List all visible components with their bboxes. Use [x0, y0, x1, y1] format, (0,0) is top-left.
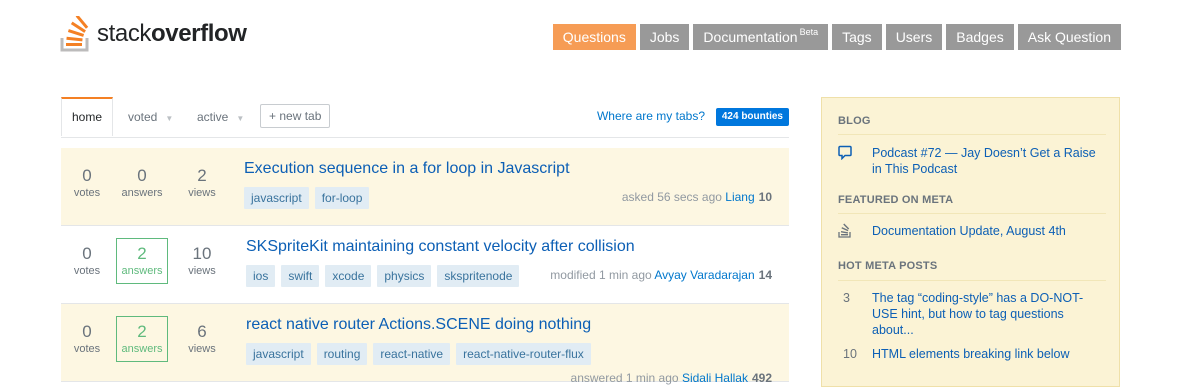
blog-item: Podcast #72 — Jay Doesn’t Get a Raise in… — [838, 145, 1108, 177]
nav-tags[interactable]: Tags — [832, 24, 882, 50]
tag[interactable]: react-native-router-flux — [456, 343, 591, 365]
answer-count: 2 answers — [116, 316, 168, 362]
tag[interactable]: swift — [281, 265, 320, 287]
nav-documentation[interactable]: Documentation Beta — [693, 24, 829, 50]
question-row: 0 votes 0 answers 2 views Execution sequenc… — [61, 148, 789, 226]
stack-logo-icon — [60, 14, 94, 52]
featured-item: Documentation Update, August 4th — [838, 223, 1108, 239]
question-title-link[interactable]: Execution sequence in a for loop in Java… — [244, 158, 570, 180]
nav-badges[interactable]: Badges — [946, 24, 1014, 50]
answer-count: 0 answers — [121, 166, 163, 199]
tag[interactable]: javascript — [246, 343, 311, 365]
featured-heading: FEATURED ON META — [838, 194, 954, 206]
user-link[interactable]: Sidali Hallak — [682, 371, 748, 385]
hot-meta-item: 10 HTML elements breaking link below — [838, 346, 1108, 362]
nav-users[interactable]: Users — [885, 24, 943, 50]
question-meta: asked 56 secs ago Liang 10 — [621, 190, 772, 204]
tag[interactable]: react-native — [373, 343, 451, 365]
tag[interactable]: skspritenode — [437, 265, 520, 287]
view-count: 2 views — [188, 166, 216, 199]
user-link[interactable]: Liang — [725, 190, 754, 204]
speech-bubble-icon — [838, 145, 858, 164]
reputation: 14 — [758, 268, 772, 282]
view-count: 6 views — [188, 322, 216, 355]
caret-down-icon: ▼ — [236, 114, 245, 123]
tag[interactable]: physics — [377, 265, 432, 287]
beta-badge: Beta — [799, 27, 819, 37]
new-tab-button[interactable]: + new tab — [260, 104, 331, 128]
tag-list: javascript for-loop — [244, 187, 370, 209]
hot-meta-link[interactable]: HTML elements breaking link below — [872, 346, 1108, 362]
tag[interactable]: xcode — [325, 265, 372, 287]
hot-meta-heading: HOT META POSTS — [838, 260, 938, 272]
tag[interactable]: javascript — [244, 187, 309, 209]
question-meta: answered 1 min ago Sidali Hallak 492 — [570, 371, 772, 385]
tag[interactable]: ios — [246, 265, 276, 287]
question-tabs: home voted ▼ active ▼ + new tab Where are … — [61, 97, 789, 138]
hot-meta-link[interactable]: The tag “coding-style” has a DO-NOT-USE … — [872, 290, 1108, 338]
question-list: 0 votes 0 answers 2 views Execution sequenc… — [61, 148, 789, 385]
reputation: 10 — [758, 190, 772, 204]
answer-count: 2 answers — [116, 238, 168, 284]
divider — [838, 280, 1106, 281]
where-are-my-tabs-link[interactable]: Where are my tabs? — [597, 97, 705, 135]
view-count: 10 views — [188, 244, 216, 277]
tab-home[interactable]: home — [61, 97, 113, 136]
vote-count: 0 votes — [73, 244, 101, 277]
tag[interactable]: routing — [316, 343, 368, 365]
community-bulletin: BLOG Podcast #72 — Jay Doesn’t Get a Rai… — [821, 97, 1120, 387]
divider — [838, 134, 1106, 135]
nav-ask-question[interactable]: Ask Question — [1017, 24, 1121, 50]
caret-down-icon: ▼ — [165, 114, 174, 123]
vote-count: 0 votes — [73, 166, 101, 199]
tag-list: javascript routing react-native react-na… — [246, 343, 591, 365]
question-row: 0 votes 2 answers 6 views react native rout… — [61, 304, 789, 385]
bounties-badge[interactable]: 424 bounties — [715, 108, 789, 126]
blog-heading: BLOG — [838, 115, 871, 127]
featured-post-link[interactable]: Documentation Update, August 4th — [872, 223, 1108, 239]
tag[interactable]: for-loop — [314, 187, 370, 209]
tag-list: ios swift xcode physics skspritenode — [246, 265, 520, 287]
reputation: 492 — [751, 371, 772, 385]
tab-voted[interactable]: voted ▼ — [128, 97, 173, 137]
question-meta: modified 1 min ago Avyay Varadarajan 14 — [550, 268, 772, 282]
site-logo[interactable]: stackoverflow — [60, 14, 247, 54]
logo-wordmark: stackoverflow — [97, 20, 247, 47]
question-title-link[interactable]: SKSpriteKit maintaining constant velocit… — [246, 236, 635, 258]
question-row: 0 votes 2 answers 10 views SKSpriteKit main… — [61, 226, 789, 304]
nav-questions[interactable]: Questions — [552, 24, 636, 50]
top-nav: Questions Jobs Documentation Beta Tags Us… — [552, 24, 1121, 50]
hot-meta-item: 3 The tag “coding-style” has a DO-NOT-US… — [838, 290, 1108, 338]
divider — [838, 213, 1106, 214]
tab-active[interactable]: active ▼ — [197, 97, 244, 137]
stack-icon — [838, 223, 858, 242]
vote-count: 0 votes — [73, 322, 101, 355]
nav-jobs[interactable]: Jobs — [639, 24, 690, 50]
answer-count: 3 — [843, 291, 850, 305]
blog-post-link[interactable]: Podcast #72 — Jay Doesn’t Get a Raise in… — [872, 145, 1108, 177]
answer-count: 10 — [843, 347, 857, 361]
user-link[interactable]: Avyay Varadarajan — [654, 268, 754, 282]
question-title-link[interactable]: react native router Actions.SCENE doing … — [246, 314, 591, 336]
